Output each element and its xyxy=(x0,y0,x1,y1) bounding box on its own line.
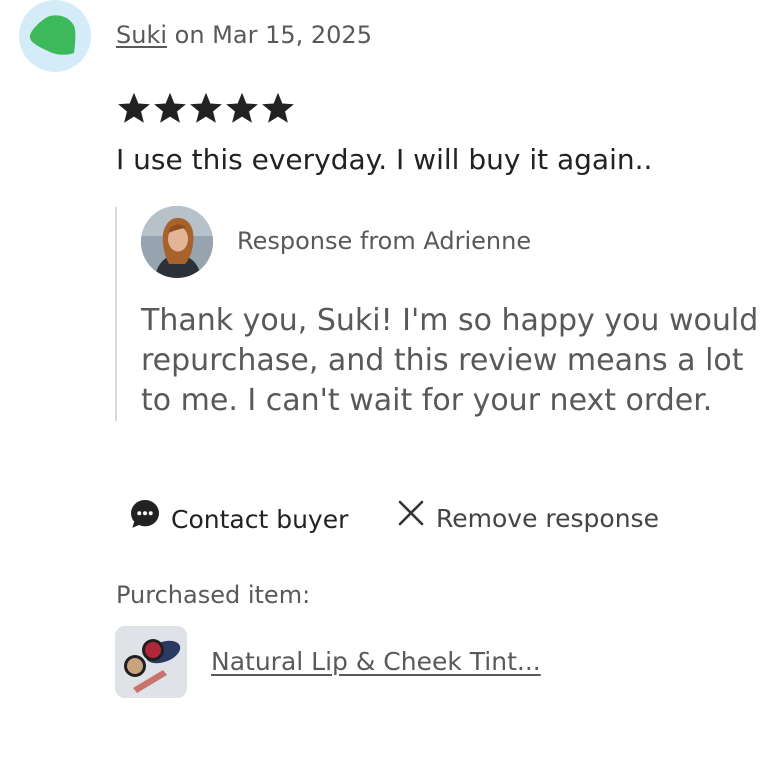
star-icon xyxy=(154,92,186,123)
star-icon xyxy=(262,92,294,123)
star-icon xyxy=(226,92,258,123)
seller-avatar xyxy=(141,206,213,278)
response-line: to me. I can't wait for your next order. xyxy=(141,383,713,418)
star-rating xyxy=(116,91,296,127)
star-icon xyxy=(190,92,222,123)
contact-buyer-label: Contact buyer xyxy=(171,504,349,534)
reviewer-avatar xyxy=(19,0,91,72)
review-text: I use this everyday. I will buy it again… xyxy=(116,143,653,176)
close-icon xyxy=(396,498,426,539)
response-author-label: Response from Adrienne xyxy=(237,227,532,255)
chat-bubble-icon xyxy=(129,498,161,541)
remove-response-button[interactable]: Remove response xyxy=(396,498,659,539)
reviewer-name-link[interactable]: Suki xyxy=(116,21,167,49)
review-date: on Mar 15, 2025 xyxy=(174,21,372,49)
purchased-item-thumbnail[interactable] xyxy=(115,626,187,698)
response-text: Thank you, Suki! I'm so happy you would … xyxy=(141,301,767,421)
purchased-item-label: Purchased item: xyxy=(116,581,311,609)
leaf-icon xyxy=(29,15,76,55)
contact-buyer-button[interactable]: Contact buyer xyxy=(129,498,348,541)
response-divider xyxy=(115,207,117,421)
review-meta: Suki on Mar 15, 2025 xyxy=(116,20,372,50)
response-line: Thank you, Suki! I'm so happy you would xyxy=(141,303,759,338)
response-line: repurchase, and this review means a lot xyxy=(141,343,744,378)
purchased-item-link[interactable]: Natural Lip & Cheek Tint... xyxy=(211,645,541,679)
star-icon xyxy=(118,92,150,123)
remove-response-label: Remove response xyxy=(436,503,659,533)
